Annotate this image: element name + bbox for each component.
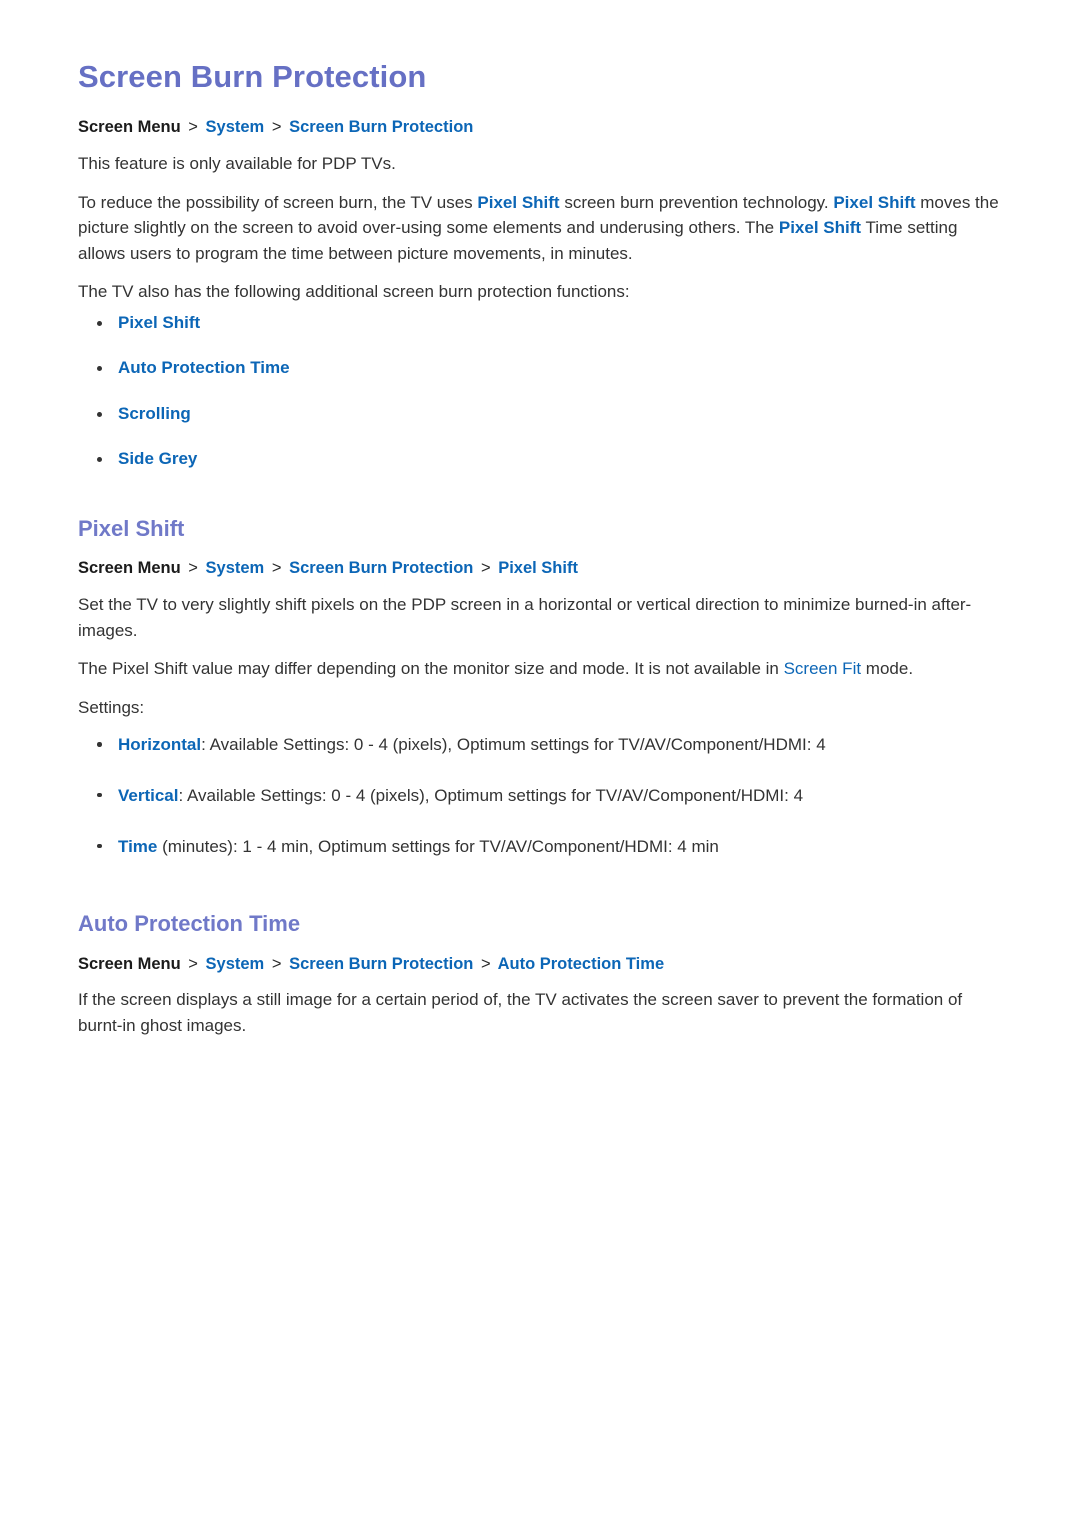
function-link-list: Pixel Shift Auto Protection Time Scrolli… [78, 311, 1005, 473]
setting-detail: (minutes): 1 - 4 min, Optimum settings f… [157, 836, 719, 856]
link-scrolling[interactable]: Scrolling [118, 404, 191, 423]
breadcrumb-separator: > [271, 118, 282, 137]
breadcrumb-separator: > [271, 559, 282, 578]
breadcrumb-link-screen-burn-protection[interactable]: Screen Burn Protection [289, 955, 473, 973]
paragraph-pixel-shift-intro: To reduce the possibility of screen burn… [78, 190, 1005, 267]
breadcrumb: Screen Menu > System > Screen Burn Prote… [78, 116, 1005, 140]
breadcrumb-separator: > [188, 118, 198, 137]
paragraph-availability: This feature is only available for PDP T… [78, 154, 396, 174]
breadcrumb-link-system[interactable]: System [206, 559, 265, 577]
setting-detail: : Available Settings: 0 - 4 (pixels), Op… [178, 785, 804, 805]
section-auto-protection-time: Auto Protection Time Screen Menu > Syste… [78, 911, 1005, 1038]
breadcrumb-separator: > [188, 559, 198, 578]
inline-link-pixel-shift[interactable]: Pixel Shift [779, 218, 861, 237]
section-heading-auto-protection-time: Auto Protection Time [78, 911, 301, 937]
list-item[interactable]: Scrolling [78, 402, 1005, 427]
list-item: Vertical: Available Settings: 0 - 4 (pix… [78, 784, 1005, 809]
setting-name-horizontal[interactable]: Horizontal [118, 735, 201, 754]
list-item: Time (minutes): 1 - 4 min, Optimum setti… [78, 835, 1005, 860]
breadcrumb-link-system[interactable]: System [206, 955, 265, 973]
text-run: The Pixel Shift value may differ dependi… [78, 659, 784, 679]
section-heading-pixel-shift: Pixel Shift [78, 516, 185, 542]
breadcrumb-link-system[interactable]: System [206, 118, 265, 136]
paragraph-additional-functions: The TV also has the following additional… [78, 282, 630, 302]
setting-detail: : Available Settings: 0 - 4 (pixels), Op… [201, 735, 826, 755]
paragraph-auto-protection-description: If the screen displays a still image for… [78, 990, 963, 1035]
inline-link-screen-fit[interactable]: Screen Fit [784, 659, 861, 678]
breadcrumb-link-screen-burn-protection[interactable]: Screen Burn Protection [289, 118, 473, 136]
text-run: screen burn prevention technology. [559, 192, 834, 212]
inline-link-pixel-shift[interactable]: Pixel Shift [833, 193, 915, 212]
breadcrumb-separator: > [271, 954, 282, 973]
list-item[interactable]: Pixel Shift [78, 311, 1005, 336]
setting-name-vertical[interactable]: Vertical [118, 786, 179, 805]
breadcrumb-link-auto-protection-time[interactable]: Auto Protection Time [498, 955, 665, 973]
settings-label: Settings: [78, 697, 145, 717]
breadcrumb: Screen Menu > System > Screen Burn Prote… [78, 557, 1005, 581]
text-run: mode. [861, 659, 914, 679]
list-item[interactable]: Auto Protection Time [78, 356, 1005, 381]
breadcrumb-separator: > [480, 954, 491, 973]
breadcrumb-root: Screen Menu [78, 954, 181, 973]
link-pixel-shift[interactable]: Pixel Shift [118, 313, 200, 332]
page-title: Screen Burn Protection [78, 59, 427, 94]
breadcrumb-separator: > [188, 954, 198, 973]
list-item[interactable]: Side Grey [78, 447, 1005, 472]
link-auto-protection-time[interactable]: Auto Protection Time [118, 358, 290, 377]
breadcrumb-link-screen-burn-protection[interactable]: Screen Burn Protection [289, 559, 473, 577]
document-page: Screen Burn Protection Screen Menu > Sys… [0, 0, 1080, 1527]
breadcrumb: Screen Menu > System > Screen Burn Prote… [78, 953, 1005, 977]
paragraph-pixel-shift-availability: The Pixel Shift value may differ dependi… [78, 656, 1005, 682]
list-item: Horizontal: Available Settings: 0 - 4 (p… [78, 733, 1005, 758]
inline-link-pixel-shift[interactable]: Pixel Shift [477, 193, 559, 212]
setting-name-time[interactable]: Time [118, 837, 157, 856]
section-screen-burn-protection: Screen Menu > System > Screen Burn Prote… [78, 116, 1005, 472]
text-run: To reduce the possibility of screen burn… [78, 192, 478, 212]
breadcrumb-link-pixel-shift[interactable]: Pixel Shift [498, 559, 578, 577]
paragraph-pixel-shift-description: Set the TV to very slightly shift pixels… [78, 595, 972, 640]
link-side-grey[interactable]: Side Grey [118, 449, 197, 468]
breadcrumb-root: Screen Menu [78, 118, 181, 137]
breadcrumb-separator: > [480, 559, 491, 578]
section-pixel-shift: Pixel Shift Screen Menu > System > Scree… [78, 516, 1005, 859]
breadcrumb-root: Screen Menu [78, 559, 181, 578]
settings-list: Horizontal: Available Settings: 0 - 4 (p… [78, 733, 1005, 859]
